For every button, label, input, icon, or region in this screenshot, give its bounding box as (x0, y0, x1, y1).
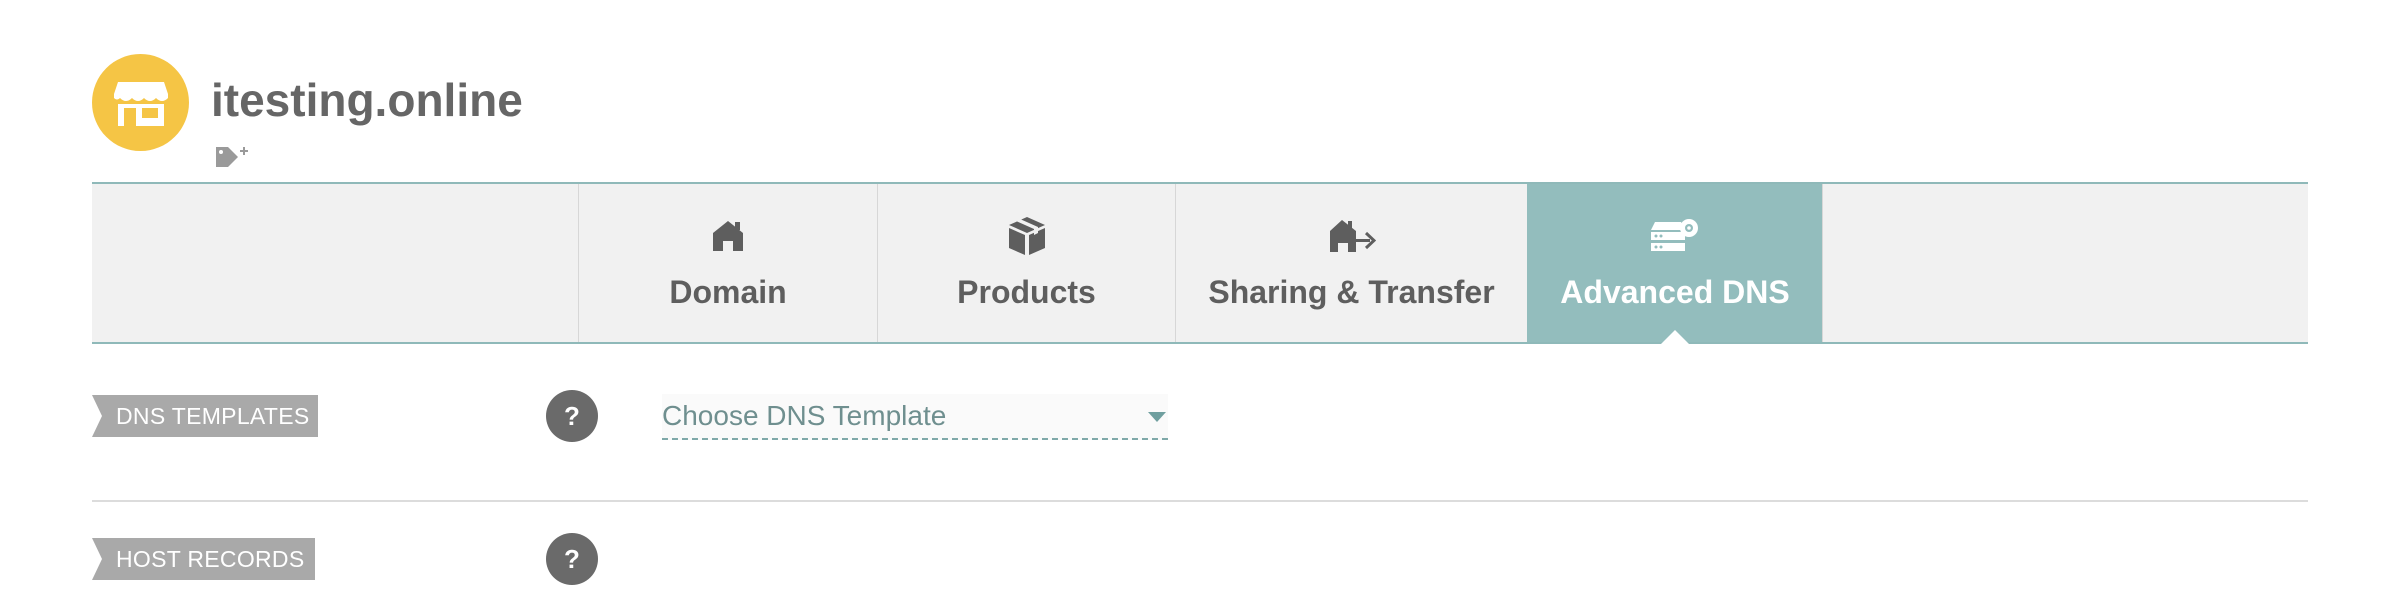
domain-title: itesting.online (211, 74, 523, 126)
tab-products[interactable]: Products (877, 184, 1175, 342)
house-transfer-icon (1328, 214, 1376, 258)
chevron-down-icon (1148, 412, 1166, 422)
storefront-icon (113, 81, 168, 126)
tab-advanced-dns-label: Advanced DNS (1560, 274, 1790, 310)
page: itesting.online Domain Products Sharing … (0, 0, 2398, 592)
tab-advanced-dns[interactable]: Advanced DNS (1527, 184, 1823, 344)
domain-avatar (92, 54, 189, 151)
tab-divider (1822, 184, 1823, 342)
dns-templates-help-button[interactable]: ? (546, 390, 598, 442)
host-records-label: HOST RECORDS (92, 538, 315, 580)
tab-domain[interactable]: Domain (578, 184, 877, 342)
tab-domain-label: Domain (669, 274, 787, 310)
server-settings-icon (1651, 214, 1699, 258)
host-records-help-button[interactable]: ? (546, 533, 598, 585)
tab-sharing-transfer[interactable]: Sharing & Transfer (1175, 184, 1527, 342)
dns-template-select[interactable]: Choose DNS Template (662, 394, 1168, 440)
home-icon (711, 214, 745, 258)
dns-templates-label: DNS TEMPLATES (92, 395, 318, 437)
domain-tab-bar: Domain Products Sharing & Transfer Advan… (92, 182, 2308, 344)
tab-products-label: Products (957, 274, 1096, 310)
package-icon (1007, 214, 1047, 258)
tab-sharing-transfer-label: Sharing & Transfer (1208, 274, 1495, 310)
dns-template-select-value: Choose DNS Template (662, 400, 947, 431)
section-divider (92, 500, 2308, 502)
add-tag-icon[interactable] (214, 143, 250, 171)
